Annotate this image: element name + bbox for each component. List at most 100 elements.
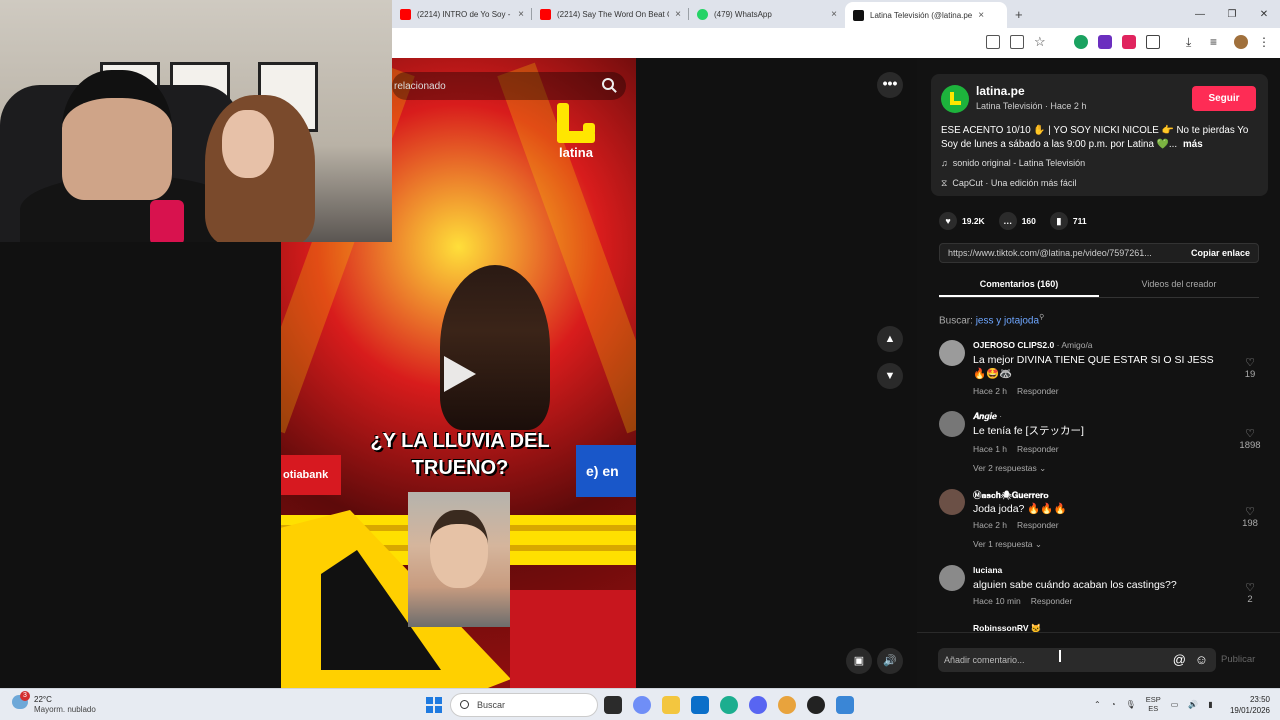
chrome-icon[interactable] xyxy=(778,696,796,714)
cast-icon[interactable] xyxy=(986,35,1000,49)
mic-icon[interactable]: 🎙 xyxy=(1126,700,1136,709)
mention-icon[interactable]: @ xyxy=(1173,652,1186,667)
like-stat[interactable]: ♥ 19.2K xyxy=(939,212,985,230)
tab-tiktok[interactable]: Latina Televisión (@latina.pe × xyxy=(845,2,1007,28)
emoji-icon[interactable]: ☺ xyxy=(1195,652,1208,667)
comment-placeholder: Añadir comentario... xyxy=(944,655,1025,665)
comment-stat[interactable]: … 160 xyxy=(998,212,1036,230)
commenter-name[interactable]: RobinssonRV 🐱 xyxy=(973,623,1042,632)
related-search-text: relacionado xyxy=(394,80,446,92)
close-window-icon[interactable]: ✕ xyxy=(1248,0,1280,28)
sound-row[interactable]: ♫ sonido original - Latina Televisión xyxy=(941,158,1085,168)
volume-icon[interactable]: 🔊 xyxy=(1188,700,1198,709)
chevron-down-icon[interactable]: ▼ xyxy=(877,363,903,389)
commenter-name[interactable]: luciana xyxy=(973,565,1002,575)
account-name[interactable]: latina.pe xyxy=(976,84,1025,98)
battery-icon[interactable]: ▮ xyxy=(1208,700,1212,709)
tab-comments[interactable]: Comentarios (160) xyxy=(939,274,1099,297)
display-icon[interactable]: ▭ xyxy=(1171,700,1179,709)
restore-icon[interactable]: ❐ xyxy=(1216,0,1248,28)
webcam-overlay xyxy=(0,0,392,242)
comment-like-count: 1898 xyxy=(1239,440,1261,451)
menu-icon[interactable]: ⋮ xyxy=(1258,35,1272,49)
publish-button[interactable]: Publicar xyxy=(1221,654,1255,665)
tab-whatsapp[interactable]: (479) WhatsApp × xyxy=(689,0,845,28)
weather-condition: Mayorm. nublado xyxy=(34,705,96,714)
chevron-up-icon[interactable]: ⌃ xyxy=(1094,700,1101,709)
new-tab-button[interactable]: + xyxy=(1015,7,1023,22)
store-icon[interactable] xyxy=(691,696,709,714)
profile-avatar[interactable] xyxy=(1234,35,1248,49)
post-description: ESE ACENTO 10/10 ✋ | YO SOY NICKI NICOLE… xyxy=(941,124,1261,152)
media-icon[interactable]: ≡ xyxy=(1210,35,1224,49)
share-url[interactable]: https://www.tiktok.com/@latina.pe/video/… xyxy=(940,248,1183,258)
play-icon[interactable] xyxy=(444,356,476,392)
translate-icon[interactable] xyxy=(1010,35,1024,49)
commenter-avatar[interactable] xyxy=(939,489,965,515)
commenter-name[interactable]: Ⓜ𝐚𝐬𝐜𝐡🕷𝐆𝐮𝐞𝐫𝐫𝐞𝐫𝐨 xyxy=(973,489,1049,501)
close-icon[interactable]: × xyxy=(518,9,524,20)
comment-like[interactable]: ♡ 19 xyxy=(1236,356,1264,380)
heart-icon: ♡ xyxy=(1245,582,1255,594)
language-indicator[interactable]: ESP ES xyxy=(1146,695,1161,713)
chevron-up-icon[interactable]: ▲ xyxy=(877,326,903,352)
view-replies-link[interactable]: Ver 2 respuestas ⌄ xyxy=(973,463,1046,474)
commenter-avatar[interactable] xyxy=(939,565,965,591)
save-stat[interactable]: ▮ 711 xyxy=(1049,212,1087,230)
obs-icon[interactable] xyxy=(807,696,825,714)
close-icon[interactable]: × xyxy=(675,9,681,20)
tab-creator-videos[interactable]: Videos del creador xyxy=(1099,274,1259,297)
related-search[interactable]: relacionado xyxy=(392,72,626,100)
pip-icon[interactable]: ▣ xyxy=(846,648,872,674)
shield-icon[interactable] xyxy=(1098,35,1112,49)
tab-yt-beat[interactable]: (2214) Say The Word On Beat C × xyxy=(532,0,689,28)
extension-icon[interactable] xyxy=(1122,35,1136,49)
account-avatar[interactable] xyxy=(941,85,969,113)
system-clock[interactable]: 23:50 19/01/2026 xyxy=(1230,694,1270,716)
reply-button[interactable]: Responder xyxy=(1017,520,1059,530)
discord-icon[interactable] xyxy=(749,696,767,714)
comment-like[interactable]: ♡ 198 xyxy=(1236,505,1264,529)
comment-like-count: 198 xyxy=(1242,518,1258,529)
comment-like[interactable]: ♡ 2 xyxy=(1236,581,1264,605)
notification-badge: 3 xyxy=(20,691,30,701)
taskview-icon[interactable] xyxy=(604,696,622,714)
file-explorer-icon[interactable] xyxy=(662,696,680,714)
view-replies-link[interactable]: Ver 1 respuesta ⌄ xyxy=(973,539,1042,550)
reply-button[interactable]: Responder xyxy=(1031,596,1073,606)
close-icon[interactable]: × xyxy=(831,9,837,20)
taskbar-search[interactable]: Buscar xyxy=(450,693,598,717)
volume-icon[interactable]: 🔊 xyxy=(877,648,903,674)
search-icon[interactable] xyxy=(602,78,614,90)
comment-input[interactable]: Añadir comentario... @ ☺ xyxy=(938,648,1216,672)
copilot-icon[interactable] xyxy=(633,696,651,714)
copy-link-button[interactable]: Copiar enlace xyxy=(1183,248,1258,258)
more-options-icon[interactable]: ••• xyxy=(877,72,903,98)
star-icon[interactable]: ☆ xyxy=(1034,35,1048,49)
extension-icon[interactable] xyxy=(1074,35,1088,49)
edge-icon[interactable] xyxy=(720,696,738,714)
commenter-avatar[interactable] xyxy=(939,340,965,366)
reply-button[interactable]: Responder xyxy=(1017,444,1059,454)
commenter-name[interactable]: 𝑨𝒏𝒈𝒊𝒆 · xyxy=(973,411,1002,422)
close-icon[interactable]: × xyxy=(978,10,984,21)
taskbar-search-label: Buscar xyxy=(477,700,506,710)
search-term-link[interactable]: jess y jotajoda xyxy=(976,315,1039,326)
follow-button[interactable]: Seguir xyxy=(1192,86,1256,111)
commenter-avatar[interactable] xyxy=(939,411,965,437)
tab-yt-intro[interactable]: (2214) INTRO de Yo Soy - YouT × xyxy=(392,0,532,28)
more-link[interactable]: más xyxy=(1183,139,1203,150)
puzzle-icon[interactable] xyxy=(1146,35,1160,49)
capcut-row[interactable]: ⧖ CapCut · Una edición más fácil xyxy=(941,178,1076,189)
heart-icon: ♡ xyxy=(1245,357,1255,369)
network-icon[interactable]: ◔ xyxy=(1111,700,1116,709)
reply-button[interactable]: Responder xyxy=(1017,386,1059,396)
windows-start-icon[interactable] xyxy=(426,697,442,713)
download-icon[interactable]: ⤓ xyxy=(1186,35,1200,49)
comment-like[interactable]: ♡ 1898 xyxy=(1236,427,1264,451)
app-icon[interactable] xyxy=(836,696,854,714)
comment-icon: … xyxy=(998,212,1017,230)
stage-floor xyxy=(510,590,636,688)
commenter-name[interactable]: OJEROSO CLIPS2.0 · Amigo/a xyxy=(973,340,1093,350)
minimize-icon[interactable]: — xyxy=(1184,0,1216,28)
